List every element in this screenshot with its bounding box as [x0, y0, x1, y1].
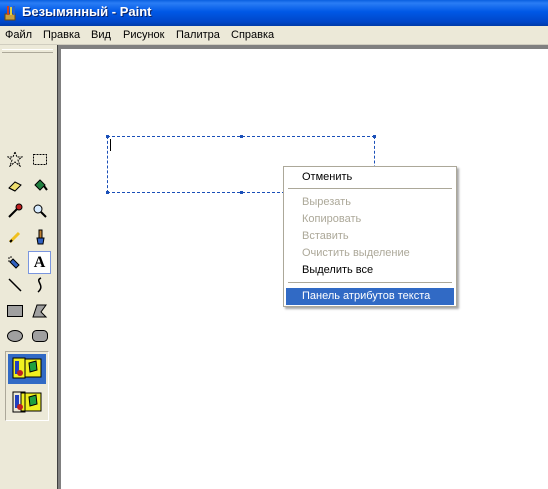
transparent-background-icon [11, 390, 43, 417]
line-icon [7, 277, 23, 293]
tool-free-form-select[interactable] [3, 147, 26, 170]
menu-separator [288, 282, 452, 283]
rounded-rect-icon [31, 329, 48, 342]
menu-image[interactable]: Рисунок [123, 29, 165, 41]
resize-handle[interactable] [106, 135, 109, 138]
tool-ellipse[interactable] [3, 324, 26, 347]
menu-separator [288, 188, 452, 189]
tool-rect-select[interactable] [28, 147, 51, 170]
menu-item-text-toolbar[interactable]: Панель атрибутов текста [286, 288, 454, 305]
star-select-icon [6, 150, 23, 167]
menu-help[interactable]: Справка [231, 29, 274, 41]
ellipse-icon [6, 329, 23, 342]
tool-eraser[interactable] [3, 173, 26, 196]
tool-polygon[interactable] [28, 299, 51, 322]
fill-bucket-icon [32, 177, 48, 193]
menu-item-paste[interactable]: Вставить [286, 228, 454, 245]
curve-icon [32, 276, 48, 293]
menu-bar: Файл Правка Вид Рисунок Палитра Справка [0, 26, 548, 45]
text-icon: A [33, 253, 46, 271]
title-bar[interactable]: Безымянный - Paint [0, 0, 548, 26]
menu-item-cut[interactable]: Вырезать [286, 194, 454, 211]
tool-airbrush[interactable] [3, 251, 26, 274]
tool-magnifier[interactable] [28, 199, 51, 222]
resize-handle[interactable] [240, 135, 243, 138]
tool-line[interactable] [3, 273, 26, 296]
menu-file[interactable]: Файл [5, 29, 32, 41]
opaque-background-icon [11, 356, 43, 383]
tool-rounded-rectangle[interactable] [28, 324, 51, 347]
menu-item-undo[interactable]: Отменить [286, 169, 454, 186]
tool-pick-color[interactable] [3, 199, 26, 222]
background-transparent-option[interactable] [8, 388, 46, 418]
menu-item-clear-selection[interactable]: Очистить выделение [286, 245, 454, 262]
tool-rectangle[interactable] [3, 299, 26, 322]
tool-options-box [5, 351, 49, 421]
airbrush-icon [7, 255, 23, 271]
tool-fill[interactable] [28, 173, 51, 196]
tool-pencil[interactable] [3, 225, 26, 248]
menu-item-select-all[interactable]: Выделить все [286, 262, 454, 279]
tool-box: A [0, 45, 57, 489]
eraser-icon [7, 177, 23, 193]
context-menu: Отменить Вырезать Копировать Вставить Оч… [283, 166, 457, 307]
eyedropper-icon [7, 203, 23, 219]
brush-icon [32, 229, 48, 245]
tool-text[interactable]: A [28, 251, 51, 274]
rect-select-icon [32, 151, 48, 167]
paint-app-icon[interactable] [4, 5, 18, 21]
resize-handle[interactable] [373, 135, 376, 138]
rectangle-icon [6, 304, 23, 317]
menu-edit[interactable]: Правка [43, 29, 80, 41]
window-title: Безымянный - Paint [22, 4, 152, 19]
magnifier-icon [32, 203, 48, 219]
resize-handle[interactable] [240, 191, 243, 194]
tool-brush[interactable] [28, 225, 51, 248]
menu-view[interactable]: Вид [91, 29, 111, 41]
menu-palette[interactable]: Палитра [176, 29, 220, 41]
polygon-icon [31, 304, 48, 318]
pencil-icon [7, 229, 23, 245]
text-caret [110, 139, 111, 151]
resize-handle[interactable] [106, 191, 109, 194]
toolbox-grip[interactable] [2, 49, 53, 53]
tool-curve[interactable] [28, 273, 51, 296]
background-opaque-option[interactable] [8, 354, 46, 384]
menu-item-copy[interactable]: Копировать [286, 211, 454, 228]
